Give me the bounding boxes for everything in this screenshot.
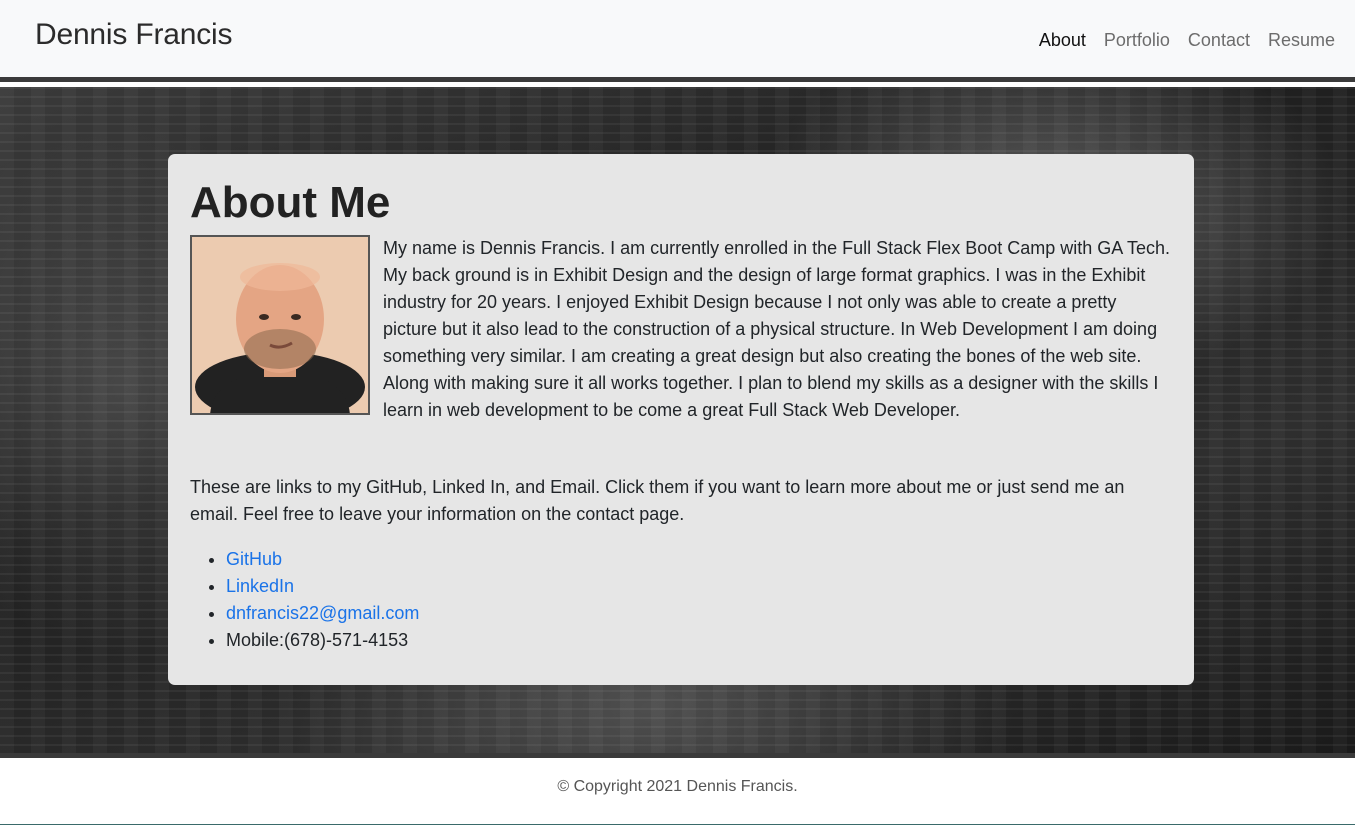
links-intro: These are links to my GitHub, Linked In,…: [190, 476, 1125, 524]
github-link[interactable]: GitHub: [226, 549, 282, 569]
mobile-number: Mobile:(678)-571-4153: [226, 629, 409, 650]
footer: © Copyright 2021 Dennis Francis.: [0, 758, 1355, 825]
list-item-linkedin: LinkedIn: [226, 573, 1172, 600]
linkedin-link[interactable]: LinkedIn: [226, 576, 294, 596]
email-link[interactable]: dnfrancis22@gmail.com: [226, 603, 419, 623]
nav-link-portfolio[interactable]: Portfolio: [1104, 30, 1170, 51]
nav-link-contact[interactable]: Contact: [1188, 30, 1250, 51]
profile-photo: [190, 234, 370, 415]
shirt-shape: [210, 376, 350, 413]
nav-links: About Portfolio Contact Resume: [1039, 30, 1335, 51]
list-item-mobile: Mobile:(678)-571-4153: [226, 627, 1172, 654]
bio-section: My name is Dennis Francis. I am currentl…: [190, 234, 1172, 424]
nav-link-resume[interactable]: Resume: [1268, 30, 1335, 51]
copyright-text: © Copyright 2021 Dennis Francis.: [557, 778, 798, 795]
nav-link-about[interactable]: About: [1039, 30, 1086, 51]
about-card: About Me My name is Dennis Francis. I am…: [168, 154, 1194, 685]
contact-links-list: GitHub LinkedIn dnfrancis22@gmail.com Mo…: [190, 546, 1172, 654]
brand-link[interactable]: Dennis Francis: [35, 18, 232, 52]
list-item-email: dnfrancis22@gmail.com: [226, 600, 1172, 627]
navbar: Dennis Francis About Portfolio Contact R…: [0, 0, 1355, 82]
page-title: About Me: [190, 178, 391, 227]
list-item-github: GitHub: [226, 546, 1172, 573]
